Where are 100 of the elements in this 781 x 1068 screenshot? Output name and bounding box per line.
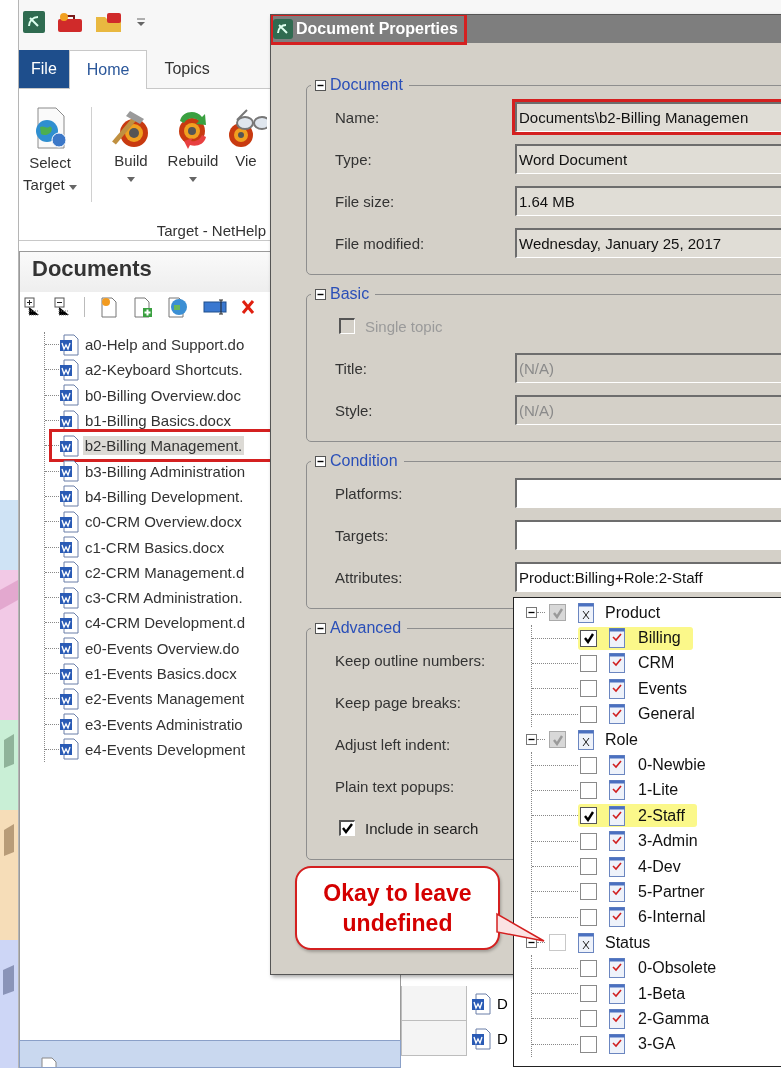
tree-item[interactable]: c3-CRM Administration. xyxy=(83,588,245,608)
collapse-icon[interactable] xyxy=(526,734,537,746)
tree-item[interactable]: b3-Billing Administration xyxy=(83,461,248,481)
tree-item[interactable]: 1-Lite xyxy=(638,781,679,800)
attribute-value-icon xyxy=(609,755,625,776)
checkbox[interactable] xyxy=(580,883,597,901)
ribbon-tab[interactable]: Home xyxy=(68,50,148,89)
add-document-icon[interactable] xyxy=(133,296,153,318)
delete-icon[interactable] xyxy=(241,299,255,315)
collapse-icon[interactable] xyxy=(315,455,326,467)
customize-caret-icon[interactable] xyxy=(135,16,147,28)
toolbox-icon[interactable] xyxy=(57,11,83,33)
tree-item[interactable]: e3-Events Administratio xyxy=(83,714,245,734)
ribbon-tab[interactable]: Topics xyxy=(147,50,227,88)
checkbox[interactable] xyxy=(580,781,597,799)
tree-item[interactable]: e0-Events Overview.do xyxy=(83,638,242,658)
field-label: Plain text popups: xyxy=(335,777,456,795)
tree-item[interactable]: Status xyxy=(605,933,651,952)
attribute-value-icon xyxy=(609,678,625,699)
checkbox[interactable] xyxy=(580,680,597,698)
tree-item[interactable]: 3-GA xyxy=(638,1035,676,1054)
collapse-icon[interactable] xyxy=(315,288,326,300)
tree-item[interactable]: CRM xyxy=(638,654,675,673)
document-icon xyxy=(59,358,79,381)
document-icon xyxy=(59,536,79,558)
tree-item[interactable]: 0-Newbie xyxy=(638,756,706,775)
tree-item[interactable]: 2-Staff xyxy=(638,806,685,825)
checkbox[interactable] xyxy=(549,604,566,622)
tree-item[interactable]: 2-Gamma xyxy=(638,1009,710,1028)
document-icon xyxy=(59,687,79,710)
field-label: Keep page breaks: xyxy=(335,693,462,711)
view-button[interactable]: Vie xyxy=(224,107,268,169)
checkbox[interactable] xyxy=(580,654,597,672)
tree-item[interactable]: c2-CRM Management.d xyxy=(83,562,247,582)
collapse-icon[interactable] xyxy=(315,622,326,634)
tree-item[interactable]: e1-Events Basics.docx xyxy=(83,664,239,683)
tree-item[interactable]: 1-Beta xyxy=(638,984,686,1003)
document-icon xyxy=(59,485,79,508)
checkbox[interactable] xyxy=(580,756,597,774)
tree-item[interactable]: e2-Events Management xyxy=(83,689,247,709)
document-icon xyxy=(59,586,79,609)
tree-item[interactable]: Product xyxy=(605,603,661,622)
tree-item[interactable]: b2-Billing Management. xyxy=(82,436,245,456)
collapse-all-icon[interactable] xyxy=(54,297,70,317)
rebuild-button[interactable]: Rebuild xyxy=(162,107,224,182)
tree-item[interactable]: Events xyxy=(638,679,687,698)
build-button[interactable]: Build xyxy=(100,107,162,182)
field-label: Adjust left indent: xyxy=(335,735,452,753)
document-icon xyxy=(59,409,79,432)
tree-item[interactable]: Billing xyxy=(638,629,681,648)
checkbox-label[interactable]: Include in search xyxy=(365,819,479,837)
collapse-icon[interactable] xyxy=(526,607,537,619)
tree-item[interactable]: 3-Admin xyxy=(638,832,698,851)
document-icon xyxy=(59,611,79,634)
tree-item[interactable]: a0-Help and Support.do xyxy=(83,335,247,355)
tree-item[interactable]: c1-CRM Basics.docx xyxy=(83,537,227,557)
text-field[interactable] xyxy=(515,520,781,550)
tree-item[interactable]: 6-Internal xyxy=(638,908,706,927)
tree-item[interactable]: c4-CRM Development.d xyxy=(83,613,248,633)
checkbox[interactable] xyxy=(580,807,597,825)
tree-item[interactable]: b4-Billing Development. xyxy=(83,486,246,506)
checkbox[interactable] xyxy=(580,858,597,876)
document-icon xyxy=(58,434,79,457)
rename-icon[interactable] xyxy=(203,299,227,315)
attribute-value-icon xyxy=(609,882,625,902)
text-field[interactable]: 1.64 MB xyxy=(515,186,781,216)
text-field[interactable]: Product:Billing+Role:2-Staff xyxy=(515,562,781,592)
checkbox[interactable] xyxy=(580,705,597,723)
checkbox[interactable] xyxy=(580,629,597,647)
checkbox[interactable] xyxy=(339,820,355,836)
checkbox[interactable] xyxy=(549,731,566,749)
tree-item[interactable]: a2-Keyboard Shortcuts. xyxy=(83,360,245,380)
tree-item[interactable]: b1-Billing Basics.docx xyxy=(83,411,233,431)
tree-item[interactable]: 0-Obsolete xyxy=(638,959,717,978)
checkbox[interactable] xyxy=(580,908,597,926)
collapse-icon[interactable] xyxy=(315,79,326,91)
text-field[interactable]: Word Document xyxy=(515,144,781,174)
document-icon xyxy=(59,738,79,761)
text-field[interactable]: Wednesday, January 25, 2017 xyxy=(515,228,781,258)
tree-item[interactable]: c0-CRM Overview.docx xyxy=(83,512,244,532)
expand-all-icon[interactable] xyxy=(24,297,40,317)
tree-item[interactable]: Role xyxy=(605,730,638,749)
file-menu-tab[interactable]: File xyxy=(19,50,69,88)
app-logo-icon[interactable] xyxy=(23,11,45,33)
tree-item[interactable]: 5-Partner xyxy=(638,883,705,901)
field-label: Style: xyxy=(335,401,374,419)
tree-item[interactable]: e4-Events Development xyxy=(83,739,248,759)
checkbox[interactable] xyxy=(580,1010,597,1028)
tree-item[interactable]: b0-Billing Overview.doc xyxy=(83,385,243,405)
checkbox[interactable] xyxy=(580,1035,597,1053)
select-target-button[interactable]: Select Target xyxy=(15,107,85,196)
text-field[interactable]: Documents\b2-Billing Managemen xyxy=(515,102,781,132)
checkbox[interactable] xyxy=(580,959,597,977)
checkbox[interactable] xyxy=(580,832,597,850)
text-field[interactable] xyxy=(515,478,781,508)
folder-icon[interactable] xyxy=(95,11,123,33)
tree-item[interactable]: General xyxy=(638,705,695,724)
document-globe-icon[interactable] xyxy=(167,296,189,318)
tree-item[interactable]: 4-Dev xyxy=(638,857,681,876)
checkbox[interactable] xyxy=(580,985,597,1003)
